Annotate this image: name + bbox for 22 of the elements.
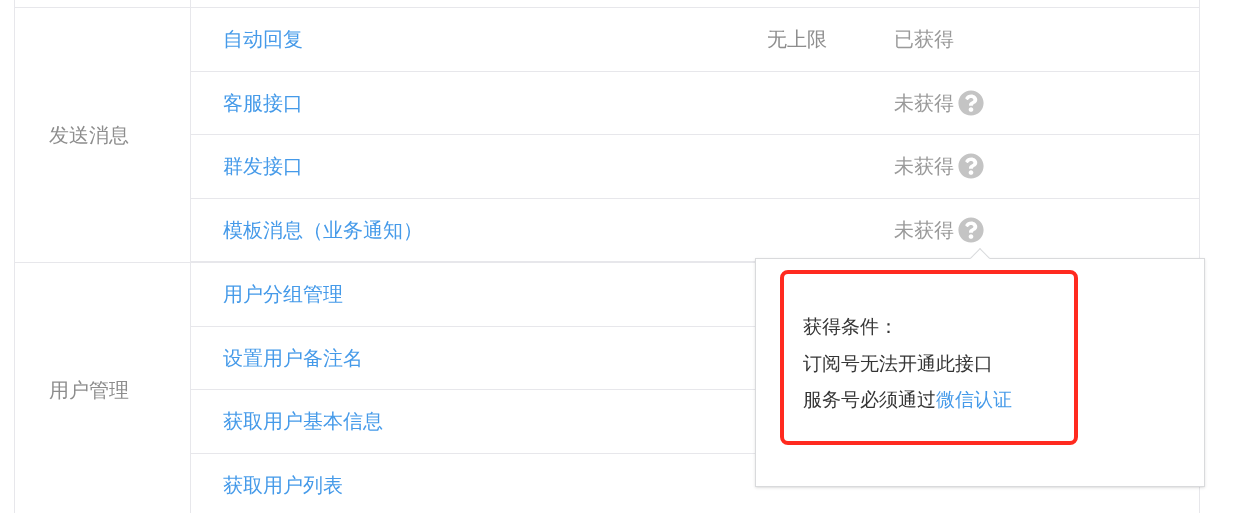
verify-link[interactable]: 微信认证	[936, 389, 1012, 410]
help-icon[interactable]	[958, 216, 984, 243]
help-icon[interactable]	[958, 153, 984, 180]
status-text: 未获得	[894, 90, 954, 116]
condition-text: 服务号必须通过微信认证	[803, 388, 1013, 412]
feature-link[interactable]: 设置用户备注名	[223, 346, 363, 369]
status-text: 未获得	[894, 154, 954, 180]
category-label: 用户管理	[49, 378, 129, 403]
category-label: 发送消息	[49, 123, 129, 148]
feature-link[interactable]: 客服接口	[223, 91, 303, 114]
condition-text: 订阅号无法开通此接口	[803, 351, 994, 376]
status-text: 已获得	[894, 27, 954, 53]
feature-link[interactable]: 获取用户基本信息	[223, 410, 383, 433]
feature-link[interactable]: 用户分组管理	[223, 283, 343, 306]
condition-title: 获得条件：	[803, 315, 899, 339]
feature-link[interactable]: 自动回复	[223, 28, 303, 51]
limit-text: 无上限	[767, 28, 827, 51]
feature-link[interactable]: 获取用户列表	[223, 473, 343, 496]
help-icon[interactable]	[958, 89, 984, 116]
status-text: 未获得	[894, 217, 954, 243]
feature-link[interactable]: 模板消息（业务通知）	[223, 218, 423, 241]
feature-link[interactable]: 群发接口	[223, 155, 303, 178]
